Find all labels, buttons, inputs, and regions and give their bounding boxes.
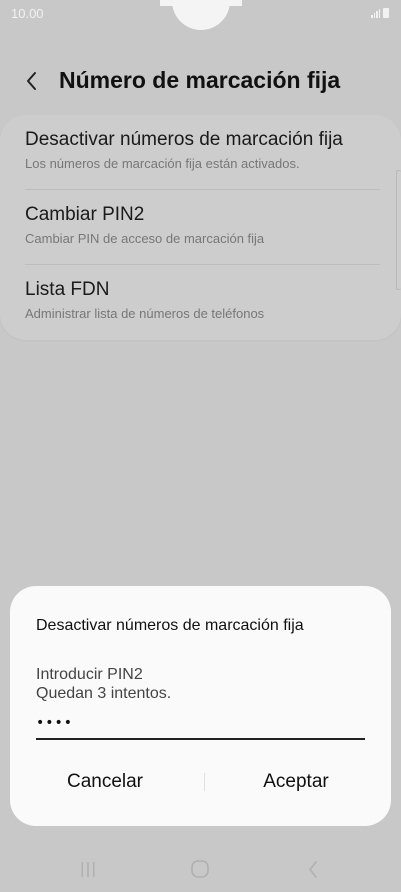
cancel-button[interactable]: Cancelar (10, 761, 200, 803)
chevron-left-icon (27, 72, 36, 90)
status-bar: 10.00 (0, 0, 401, 30)
battery-icon (383, 8, 389, 18)
back-button[interactable] (20, 64, 50, 98)
scroll-indicator[interactable] (396, 170, 401, 290)
home-button[interactable] (170, 854, 230, 884)
setting-subtitle: Los números de marcación fija están acti… (25, 156, 300, 171)
camera-notch-cutout (172, 0, 230, 30)
dialog-buttons: Cancelar Aceptar (10, 761, 391, 803)
settings-list: Desactivar números de marcación fija Los… (0, 115, 401, 340)
attempts-remaining: Quedan 3 intentos. (36, 685, 172, 702)
back-nav-button[interactable] (283, 854, 343, 884)
dialog-title: Desactivar números de marcación fija (36, 617, 304, 634)
pin-prompt: Introducir PIN2 (36, 666, 143, 683)
back-icon (309, 861, 317, 878)
navigation-bar (0, 846, 401, 892)
setting-title: Desactivar números de marcación fija (25, 129, 343, 150)
status-icons (371, 8, 389, 18)
setting-item-disable-fdn[interactable]: Desactivar números de marcación fija Los… (0, 115, 401, 190)
accept-button[interactable]: Aceptar (201, 761, 391, 803)
page-title: Número de marcación fija (59, 67, 341, 93)
pin2-dialog: Desactivar números de marcación fija Int… (10, 586, 391, 826)
setting-item-change-pin2[interactable]: Cambiar PIN2 Cambiar PIN de acceso de ma… (0, 190, 401, 265)
setting-subtitle: Cambiar PIN de acceso de marcación fija (25, 231, 265, 246)
signal-icon (371, 8, 380, 18)
setting-subtitle: Administrar lista de números de teléfono… (25, 306, 265, 321)
home-icon (191, 860, 209, 878)
app-header: Número de marcación fija (0, 58, 401, 104)
setting-title: Cambiar PIN2 (25, 204, 145, 225)
setting-title: Lista FDN (25, 279, 110, 300)
pin2-input[interactable] (36, 708, 365, 740)
recent-apps-button[interactable] (58, 854, 118, 884)
setting-item-fdn-list[interactable]: Lista FDN Administrar lista de números d… (0, 265, 401, 340)
status-time: 10.00 (11, 6, 44, 21)
recent-apps-icon (81, 862, 95, 877)
